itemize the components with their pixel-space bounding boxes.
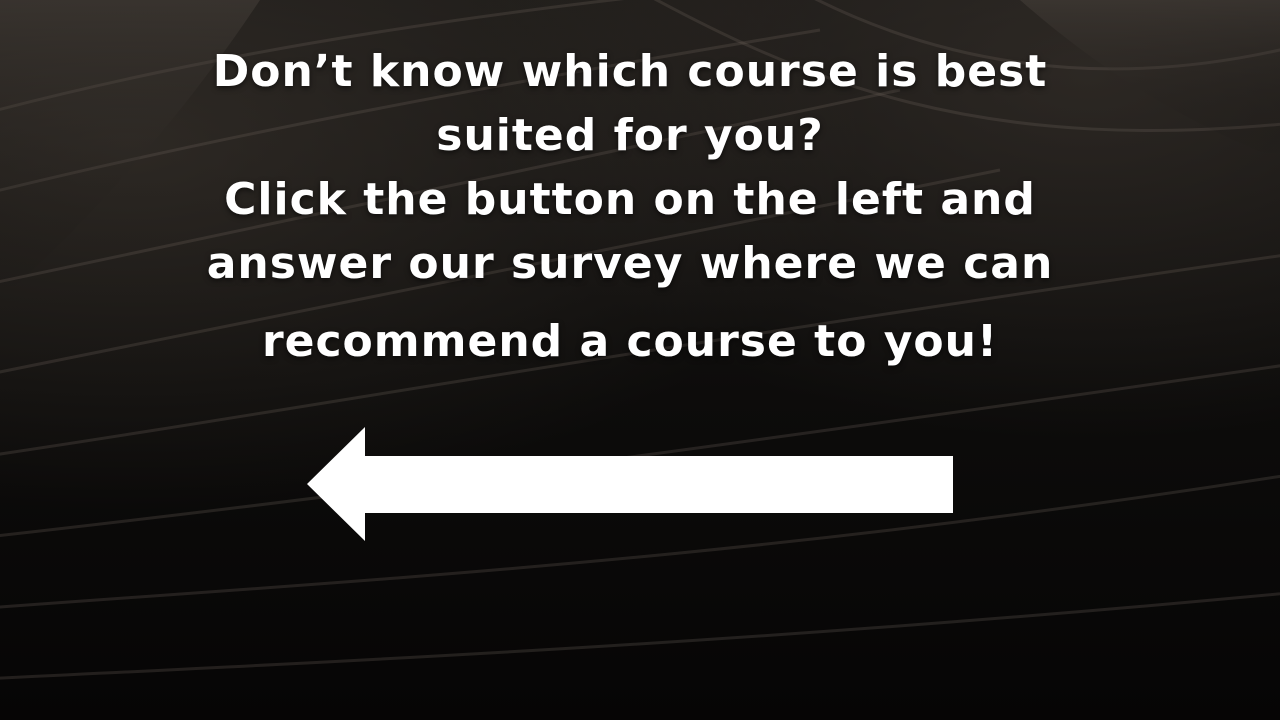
headline-line-1: Don’t know which course is best <box>212 46 1048 97</box>
headline-line-3: Click the button on the left and <box>224 174 1036 225</box>
headline-line-5: recommend a course to you! <box>261 316 999 367</box>
headline-line-2: suited for you? <box>436 110 824 161</box>
arrow-left-icon <box>307 427 953 541</box>
slide: Don’t know which course is best suited f… <box>0 0 1280 720</box>
headline-line-4: answer our survey where we can <box>206 238 1054 289</box>
headline-text: Don’t know which course is best suited f… <box>170 40 1090 374</box>
